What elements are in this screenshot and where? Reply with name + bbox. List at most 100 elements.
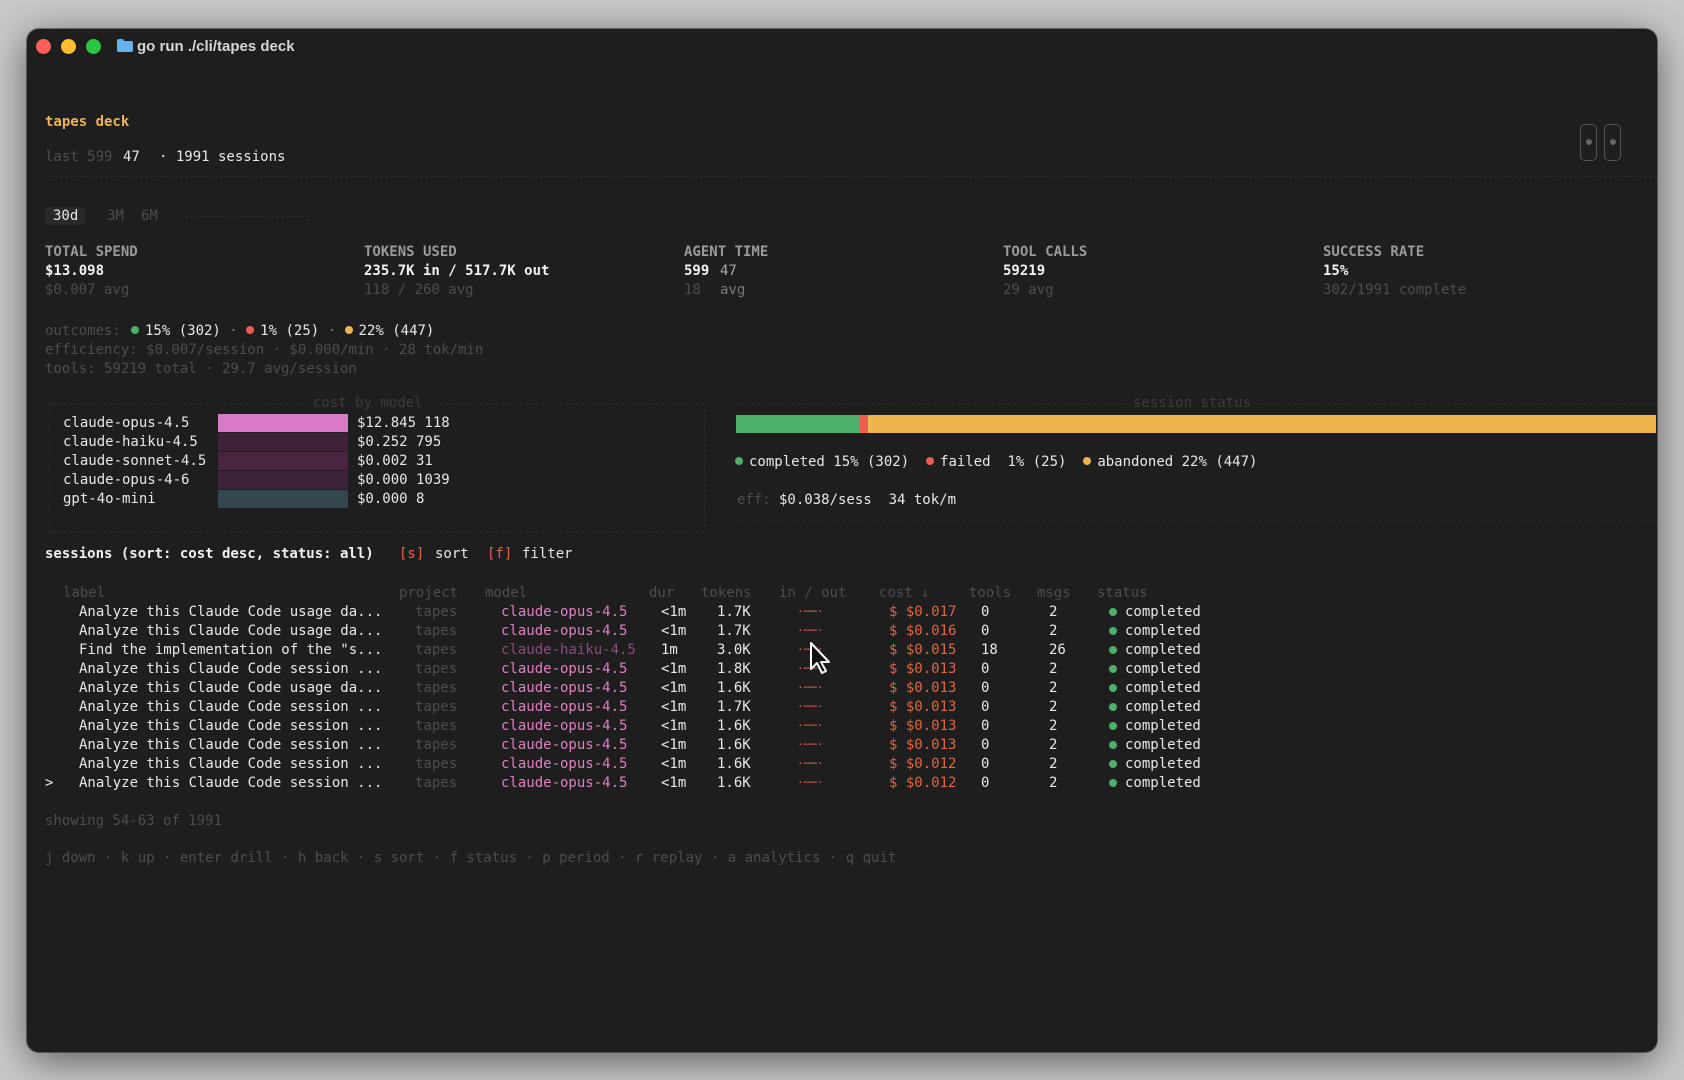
metric-value: 235.7K in / 517.7K out	[364, 263, 550, 279]
row-status: completed	[1125, 699, 1201, 715]
col-label-header[interactable]: label	[63, 584, 105, 602]
metric-value: 599	[684, 263, 710, 279]
row-project: tapes	[415, 756, 458, 772]
status-dot-icon	[1109, 608, 1117, 616]
legend-abandoned: abandoned 22% (447)	[1097, 454, 1258, 470]
col-status-header[interactable]: status	[1097, 584, 1148, 602]
period-30d[interactable]: 30d	[53, 207, 78, 225]
row-cost: $ $0.013	[889, 737, 957, 753]
period-6m[interactable]: 6M	[141, 207, 158, 225]
metric-sub-extra: avg	[720, 282, 746, 298]
row-tools: 0	[981, 661, 990, 677]
legend-completed-dot-icon	[735, 457, 743, 465]
key-hints: j down · k up · enter drill · h back · s…	[45, 850, 897, 866]
col-in-out-header[interactable]: in / out	[779, 584, 846, 602]
status-bar-failed	[860, 415, 868, 433]
col-cost-header[interactable]: cost ↓	[879, 584, 930, 602]
col-msgs-header[interactable]: msgs	[1037, 584, 1071, 602]
table-row[interactable]: Analyze this Claude Code usage da... tape…	[45, 679, 1201, 697]
table-row[interactable]: Analyze this Claude Code session ... tape…	[45, 755, 1201, 773]
cost-bar	[218, 414, 348, 432]
outcome-sep-2: ·	[327, 323, 337, 339]
metric-label: TOTAL SPEND	[45, 244, 138, 260]
row-msgs: 2	[1049, 775, 1058, 791]
row-cost: $ $0.013	[889, 699, 957, 715]
filter-key[interactable]: [f]	[487, 545, 512, 563]
period-3m[interactable]: 3M	[107, 207, 124, 225]
row-cost: $ $0.017	[889, 604, 957, 620]
cost-model-name: claude-opus-4-6	[63, 472, 190, 488]
minimize-window-button[interactable]	[61, 39, 76, 54]
row-cost: $ $0.013	[889, 661, 957, 677]
filter-label[interactable]: filter	[522, 545, 573, 563]
row-model: claude-haiku-4.5	[501, 642, 636, 658]
table-row[interactable]: Analyze this Claude Code session ... tape…	[45, 736, 1201, 754]
maximize-window-button[interactable]	[86, 39, 101, 54]
row-msgs: 2	[1049, 604, 1058, 620]
folder-icon	[117, 39, 133, 52]
col-tools-header[interactable]: tools	[969, 584, 1011, 602]
table-row[interactable]: Analyze this Claude Code usage da... tape…	[45, 603, 1201, 621]
status-panel-bottom-border	[737, 521, 1657, 522]
cost-panel-bottom-border	[49, 532, 704, 533]
row-tools: 0	[981, 737, 990, 753]
row-duration: 1m	[661, 642, 678, 658]
row-model: claude-opus-4.5	[501, 623, 628, 639]
row-cost: $ $0.013	[889, 680, 957, 696]
cost-value: $0.000 1039	[357, 472, 450, 488]
status-dot-icon	[1109, 722, 1117, 730]
row-tools: 18	[981, 642, 998, 658]
eff-label: eff:	[737, 492, 771, 508]
col-dur-header[interactable]: dur	[649, 584, 674, 602]
terminal-content[interactable]: tapes deck last 599 47 · 1991 sessions 3…	[27, 63, 1657, 1052]
status-dot-icon	[1109, 665, 1117, 673]
metric-label: AGENT TIME	[684, 244, 769, 260]
outcome-abandoned: 22% (447)	[358, 323, 435, 339]
selected-row-marker: >	[45, 775, 54, 791]
row-label: Analyze this Claude Code usage da...	[79, 604, 383, 620]
row-msgs: 2	[1049, 661, 1058, 677]
title-bar: go run ./cli/tapes deck	[27, 29, 1657, 63]
row-msgs: 2	[1049, 737, 1058, 753]
abandoned-dot-icon	[344, 326, 353, 334]
status-dot-icon	[1109, 779, 1117, 787]
col-tokens-header[interactable]: tokens	[701, 584, 752, 602]
row-tokens: 1.6K	[717, 737, 751, 753]
table-row[interactable]: Analyze this Claude Code session ... tape…	[45, 698, 1201, 716]
row-tokens: 3.0K	[717, 642, 751, 658]
row-project: tapes	[415, 623, 458, 639]
row-status: completed	[1125, 775, 1201, 791]
row-model: claude-opus-4.5	[501, 775, 628, 791]
row-tokens: 1.6K	[717, 756, 751, 772]
subtitle-prefix: last 599	[45, 149, 113, 165]
col-project-header[interactable]: project	[399, 584, 458, 602]
table-row[interactable]: > Analyze this Claude Code session ... tap…	[45, 774, 1201, 792]
row-status: completed	[1125, 661, 1201, 677]
close-window-button[interactable]	[36, 39, 51, 54]
table-row[interactable]: Analyze this Claude Code session ... tape…	[45, 660, 1201, 678]
row-duration: <1m	[661, 699, 687, 715]
status-dot-icon	[1109, 760, 1117, 768]
sort-key[interactable]: [s]	[399, 545, 424, 563]
metric-value-extra: 47	[720, 263, 737, 279]
table-row[interactable]: Analyze this Claude Code session ... tape…	[45, 717, 1201, 735]
scroll-control[interactable]	[1580, 124, 1621, 161]
sort-label[interactable]: sort	[435, 545, 469, 563]
row-tokens: 1.8K	[717, 661, 751, 677]
row-status: completed	[1125, 623, 1201, 639]
row-duration: <1m	[661, 718, 687, 734]
table-row[interactable]: Find the implementation of the "s... tape…	[45, 641, 1201, 659]
session-status-title: session status	[1129, 394, 1256, 412]
metric-label: TOKENS USED	[364, 244, 457, 260]
cost-model-name: gpt-4o-mini	[63, 491, 156, 507]
row-cost: $ $0.016	[889, 623, 957, 639]
col-model-header[interactable]: model	[485, 584, 527, 602]
cost-model-name: claude-opus-4.5	[63, 415, 190, 431]
row-model: claude-opus-4.5	[501, 604, 628, 620]
row-project: tapes	[415, 699, 458, 715]
row-label: Analyze this Claude Code session ...	[79, 661, 383, 677]
status-bar-completed	[736, 415, 860, 433]
table-row[interactable]: Analyze this Claude Code usage da... tape…	[45, 622, 1201, 640]
completed-dot-icon	[131, 326, 139, 334]
row-tools: 0	[981, 718, 990, 734]
